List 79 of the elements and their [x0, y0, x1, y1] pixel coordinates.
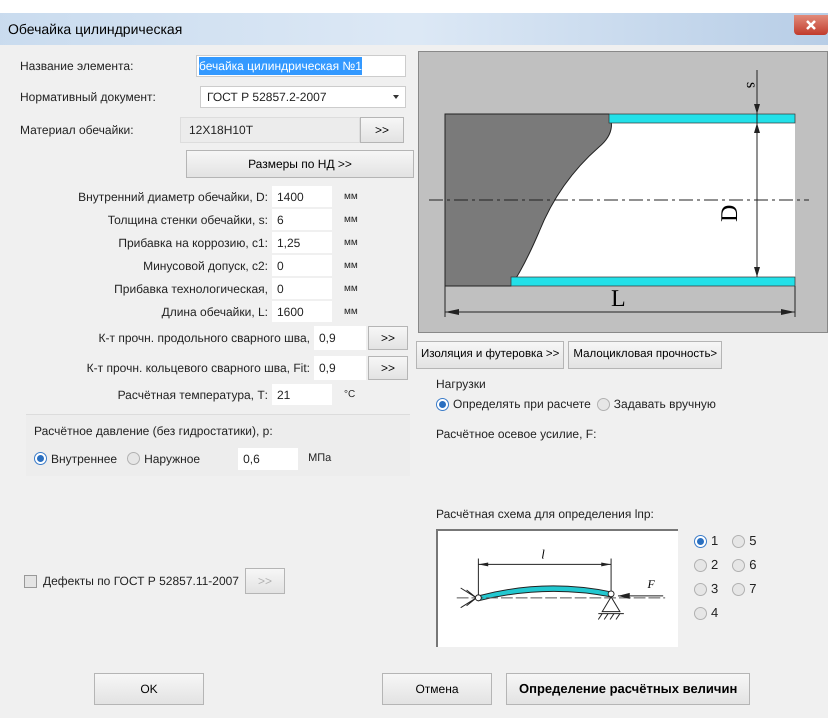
browse-button[interactable]: >> [368, 326, 408, 350]
dialog-button[interactable]: Определение расчётных величин [506, 673, 750, 705]
field-label: Расчётная схема для определения lпр: [436, 506, 655, 523]
browse-button[interactable]: >> [360, 117, 404, 143]
length-label: L [611, 286, 626, 312]
field-label: Минусовой допуск, с2: [142, 258, 269, 274]
sizes-button[interactable]: Размеры по НД >> [186, 150, 414, 178]
input-field[interactable]: 0 [272, 255, 332, 276]
radio-button[interactable] [694, 606, 707, 620]
dialog-button[interactable]: OK [94, 673, 204, 705]
force-label: F [647, 577, 655, 592]
checkbox-label: Дефекты по ГОСТ Р 52857.11-2007 [43, 573, 239, 590]
unit-label: °С [344, 388, 356, 402]
field-label: Нормативный документ: [20, 89, 157, 106]
field-label: Название элемента: [20, 58, 134, 75]
unit-label: мм [344, 190, 358, 204]
radio-button[interactable] [694, 534, 707, 548]
material-field: 12Х18Н10Т [180, 117, 360, 143]
radio-button[interactable] [732, 534, 746, 548]
input-field[interactable]: 1600 [272, 301, 332, 322]
scheme-option[interactable]: 3 [694, 577, 718, 601]
radio-button[interactable] [34, 452, 47, 465]
field-label: Расчётное осевое усилие, F: [436, 426, 598, 443]
field-label: Расчётная температура, Т: [116, 386, 269, 404]
section-button[interactable]: Изоляция и футеровка >> [416, 341, 564, 369]
close-icon [806, 20, 816, 30]
input-field[interactable]: 0 [272, 278, 332, 299]
unit-label: МПа [308, 451, 332, 466]
scheme-option[interactable]: 6 [732, 553, 756, 577]
group-label: Расчётное давление (без гидростатики), р: [34, 422, 274, 440]
pressure-option[interactable]: Внутреннее [34, 450, 118, 468]
unit-label: мм [344, 305, 358, 319]
span-label: l [541, 548, 545, 562]
unit-label: мм [344, 259, 358, 273]
dropdown-caret-icon [393, 95, 399, 99]
field-label: К-т прочн. продольного сварного шва, [98, 330, 311, 347]
radio-button[interactable] [436, 398, 449, 410]
scheme-option[interactable]: 5 [732, 529, 756, 553]
pressure-option[interactable]: Наружное [127, 450, 200, 468]
thickness-label: s [743, 82, 760, 88]
input-field[interactable]: 21 [272, 384, 332, 405]
unit-label: мм [344, 236, 358, 250]
input-field[interactable]: 6 [272, 209, 332, 230]
close-button[interactable] [794, 15, 828, 35]
browse-button[interactable]: >> [368, 356, 408, 380]
window-title: Обечайка цилиндрическая [8, 20, 182, 39]
radio-button[interactable] [127, 452, 140, 465]
input-field[interactable]: 0,6 [238, 448, 298, 470]
scheme-option[interactable]: 7 [732, 577, 756, 601]
input-field[interactable]: 0,9 [314, 356, 366, 380]
loads-option[interactable]: Определять при расчете [436, 395, 591, 413]
checkbox[interactable] [24, 574, 37, 588]
field-value: бечайка цилиндрическая №1 [199, 57, 362, 75]
scheme-option[interactable]: 4 [694, 601, 718, 625]
field-label: Материал обечайки: [20, 122, 135, 139]
unit-label: мм [344, 213, 358, 227]
document-dropdown[interactable]: ГОСТ Р 52857.2-2007 [200, 86, 406, 108]
radio-button[interactable] [596, 398, 610, 410]
field-label: К-т прочн. кольцевого сварного шва, Fit: [86, 360, 311, 377]
field-label: Прибавка на коррозию, с1: [117, 234, 269, 252]
dialog-button[interactable]: Отмена [382, 673, 492, 705]
scheme-option[interactable]: 2 [694, 553, 718, 577]
radio-button[interactable] [732, 558, 746, 572]
field-label: Внутренний диаметр обечайки, D: [77, 188, 269, 206]
radio-button[interactable] [732, 582, 746, 596]
field-label: Длина обечайки, L: [160, 304, 269, 320]
radio-button[interactable] [694, 582, 707, 596]
unit-label: мм [344, 282, 358, 296]
field-label: Прибавка технологическая, [113, 280, 269, 298]
field-label: Толщина стенки обечайки, s: [106, 212, 269, 228]
scheme-option[interactable]: 1 [694, 529, 718, 553]
group-label: Нагрузки [436, 376, 487, 393]
input-field[interactable]: 1400 [272, 186, 332, 207]
radio-button[interactable] [694, 558, 707, 572]
diameter-label: D [717, 204, 743, 222]
section-button[interactable]: Малоцикловая прочность> [568, 341, 722, 369]
loads-option[interactable]: Задавать вручную [596, 395, 716, 413]
input-field[interactable]: 0,9 [314, 326, 366, 350]
input-field[interactable]: 1,25 [272, 232, 332, 253]
